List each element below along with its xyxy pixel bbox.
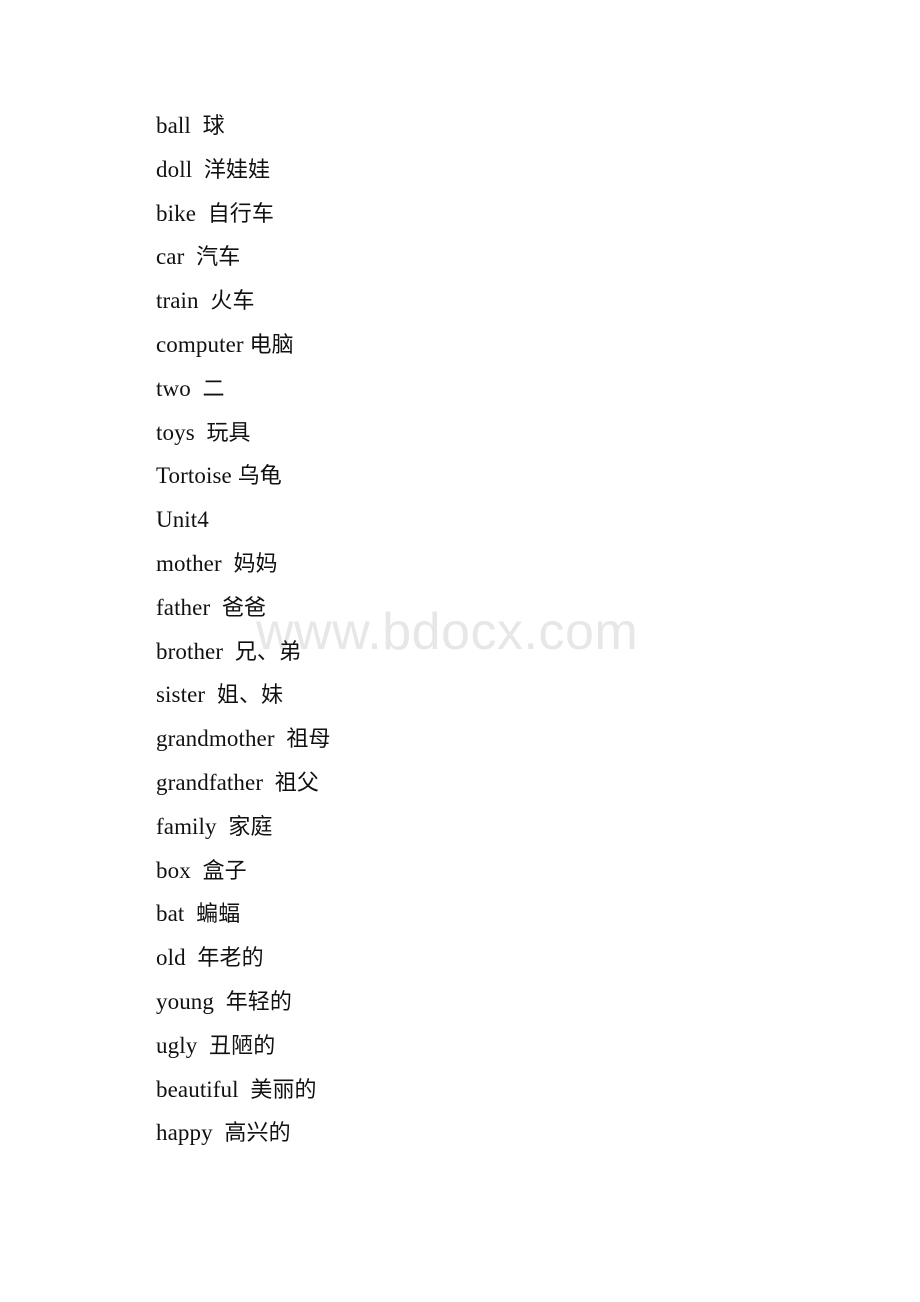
- entry-separator: [213, 1120, 225, 1145]
- entry-separator: [217, 814, 229, 839]
- entry-english: bat: [156, 901, 185, 927]
- entry-chinese: 二: [202, 376, 225, 402]
- entry-english: father: [156, 594, 211, 620]
- vocabulary-entry: family 家庭: [156, 805, 856, 849]
- vocabulary-entry: father 爸爸: [156, 586, 856, 630]
- vocabulary-entry: doll 洋娃娃: [156, 148, 856, 192]
- entry-separator: [214, 989, 226, 1014]
- entry-english: grandmother: [156, 726, 275, 752]
- vocabulary-entry: Unit4: [156, 498, 856, 542]
- entry-english: bike: [156, 200, 196, 226]
- entry-english: box: [156, 857, 191, 883]
- entry-separator: [205, 682, 217, 707]
- entry-separator: [275, 726, 287, 751]
- vocabulary-entry: bat 蝙蝠: [156, 892, 856, 936]
- entry-english: grandfather: [156, 769, 264, 795]
- vocabulary-entry: grandfather 祖父: [156, 761, 856, 805]
- entry-english: mother: [156, 550, 222, 576]
- entry-chinese: 姐、妹: [216, 683, 284, 709]
- entry-separator: [184, 901, 196, 926]
- entry-english: happy: [156, 1120, 213, 1146]
- vocabulary-entry: Tortoise 乌龟: [156, 454, 856, 498]
- entry-chinese: 爸爸: [221, 595, 267, 621]
- entry-separator: [191, 113, 203, 138]
- entry-separator: [191, 858, 203, 883]
- entry-separator: [199, 288, 211, 313]
- entry-chinese: 年轻的: [225, 989, 293, 1015]
- vocabulary-entry: old 年老的: [156, 936, 856, 980]
- entry-english: old: [156, 945, 186, 971]
- vocabulary-entry: young 年轻的: [156, 980, 856, 1024]
- entry-chinese: 盒子: [202, 858, 247, 884]
- entry-chinese: 火车: [210, 289, 255, 315]
- entry-chinese: 美丽的: [250, 1077, 317, 1103]
- entry-chinese: 汽车: [196, 245, 241, 271]
- vocabulary-entry: bike 自行车: [156, 192, 856, 236]
- entry-chinese: 自行车: [207, 201, 275, 227]
- entry-english: family: [156, 813, 217, 839]
- entry-english: two: [156, 375, 191, 401]
- entry-chinese: 祖母: [286, 727, 331, 753]
- entry-chinese: 祖父: [274, 770, 319, 796]
- entry-separator: [263, 770, 275, 795]
- entry-separator: [196, 201, 208, 226]
- entry-english: Tortoise: [156, 463, 232, 489]
- entry-chinese: 洋娃娃: [203, 157, 271, 183]
- vocabulary-list: ball 球 doll 洋娃娃 bike 自行车 car 汽车 train 火车 comp…: [156, 104, 856, 1155]
- entry-english: ugly: [156, 1032, 198, 1058]
- entry-separator: [210, 595, 222, 620]
- entry-separator: [184, 244, 196, 269]
- entry-separator: [195, 420, 207, 445]
- vocabulary-entry: two 二: [156, 367, 856, 411]
- entry-chinese: 蝙蝠: [196, 902, 241, 928]
- entry-chinese: 球: [202, 114, 225, 139]
- entry-english: young: [156, 988, 214, 1014]
- vocabulary-entry: sister 姐、妹: [156, 673, 856, 717]
- vocabulary-entry: beautiful 美丽的: [156, 1068, 856, 1112]
- entry-separator: [223, 639, 235, 664]
- entry-separator: [239, 1077, 251, 1102]
- vocabulary-entry: mother 妈妈: [156, 542, 856, 586]
- entry-separator: [222, 551, 234, 576]
- entry-separator: [192, 157, 204, 182]
- vocabulary-entry: box 盒子: [156, 849, 856, 893]
- entry-chinese: 妈妈: [233, 551, 278, 577]
- document-page: www.bdocx.com ball 球 doll 洋娃娃 bike 自行车 car …: [0, 0, 920, 1302]
- entry-chinese: 高兴的: [224, 1121, 291, 1147]
- entry-separator: [197, 1033, 209, 1058]
- entry-chinese: 年老的: [197, 946, 264, 972]
- entry-english: car: [156, 244, 185, 270]
- vocabulary-entry: ball 球: [156, 104, 856, 148]
- entry-separator: [186, 945, 198, 970]
- entry-chinese: 电脑: [249, 332, 294, 358]
- vocabulary-entry: computer 电脑: [156, 323, 856, 367]
- entry-english: beautiful: [156, 1076, 239, 1102]
- entry-english: ball: [156, 113, 191, 138]
- entry-english: Unit4: [156, 507, 209, 533]
- vocabulary-entry: happy 高兴的: [156, 1111, 856, 1155]
- entry-english: doll: [156, 156, 193, 182]
- vocabulary-entry: toys 玩具: [156, 411, 856, 455]
- entry-chinese: 兄、弟: [234, 639, 302, 665]
- entry-english: computer: [156, 331, 244, 357]
- vocabulary-entry: brother 兄、弟: [156, 630, 856, 674]
- vocabulary-entry: train 火车: [156, 279, 856, 323]
- entry-chinese: 乌龟: [237, 464, 282, 490]
- entry-english: train: [156, 288, 199, 314]
- entry-separator: [191, 376, 203, 401]
- entry-english: toys: [156, 419, 195, 445]
- entry-chinese: 家庭: [228, 814, 273, 840]
- entry-chinese: 玩具: [206, 420, 251, 446]
- vocabulary-entry: ugly 丑陋的: [156, 1024, 856, 1068]
- vocabulary-entry: grandmother 祖母: [156, 717, 856, 761]
- entry-english: brother: [156, 638, 224, 664]
- entry-chinese: 丑陋的: [209, 1033, 276, 1059]
- entry-english: sister: [156, 682, 206, 708]
- vocabulary-entry: car 汽车: [156, 235, 856, 279]
